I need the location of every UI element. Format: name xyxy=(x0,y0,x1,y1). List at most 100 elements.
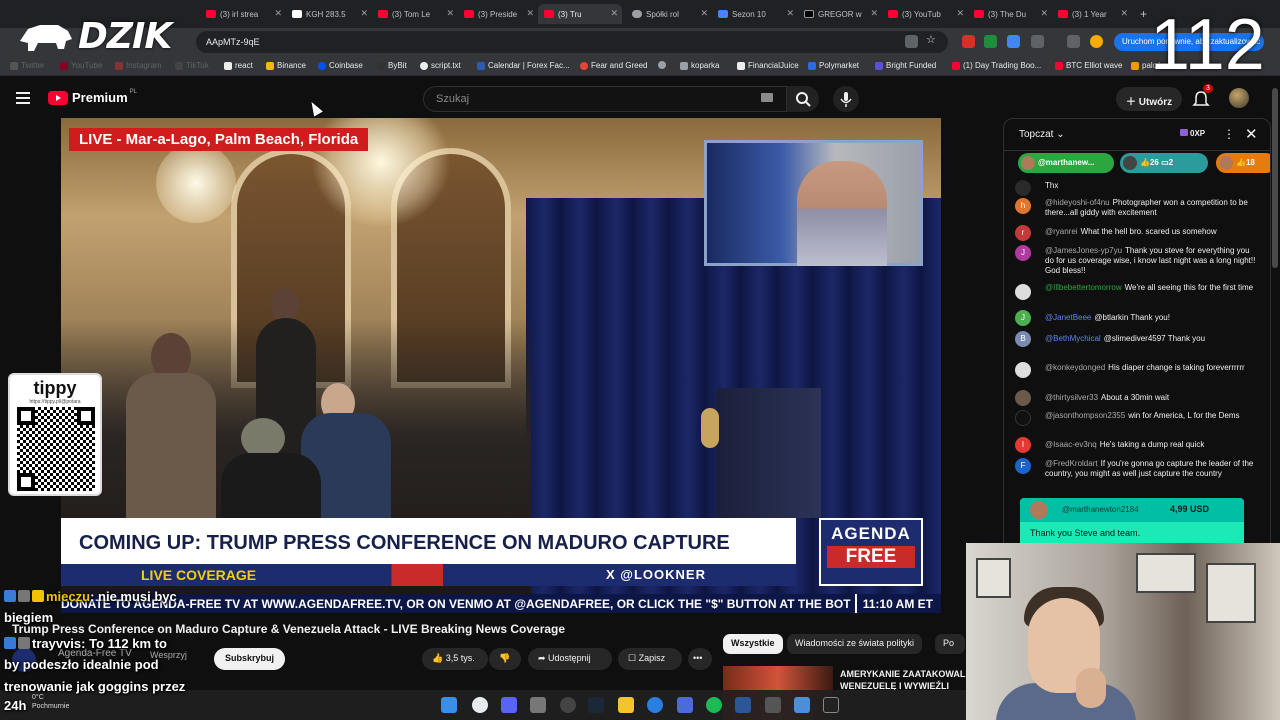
browser-tab[interactable]: (3) YouTub ✕ xyxy=(882,4,968,24)
browser-tab[interactable]: (3) irl strea ✕ xyxy=(200,4,286,24)
extension-icon[interactable] xyxy=(962,35,975,48)
terminal-icon[interactable] xyxy=(823,697,839,713)
host-person xyxy=(797,161,887,266)
app-icon[interactable] xyxy=(647,697,663,713)
recommended-title[interactable]: AMERYKANIE ZAATAKOWALI WENEZUELĘ I WYWIE… xyxy=(840,668,968,692)
start-icon[interactable] xyxy=(441,697,457,713)
app-icon[interactable] xyxy=(530,697,546,713)
weather-widget[interactable]: 0°C Pochmurnie xyxy=(32,693,69,711)
news-ticker: DONATE TO AGENDA-FREE TV AT WWW.AGENDAFR… xyxy=(61,594,941,613)
bookmark-day-trading[interactable]: (1) Day Trading Boo... xyxy=(952,61,1041,70)
account-avatar[interactable] xyxy=(1229,88,1249,108)
menu-icon[interactable] xyxy=(16,92,30,104)
browser-tab[interactable]: (3) Tom Le ✕ xyxy=(372,4,458,24)
ticker-pill[interactable]: 👍26 ▭2 xyxy=(1120,153,1208,173)
wall-picture xyxy=(976,558,1011,598)
folder-icon[interactable] xyxy=(618,697,634,713)
search-button[interactable] xyxy=(787,86,819,112)
chip-more[interactable]: Po xyxy=(935,634,965,654)
browser-tab[interactable]: GREGOR w ✕ xyxy=(798,4,882,24)
bookmark-financialjuice[interactable]: FinancialJuice xyxy=(737,61,799,70)
browser-tab[interactable]: (3) Preside ✕ xyxy=(458,4,538,24)
bookmark-btc-elliot[interactable]: BTC Elliot wave xyxy=(1055,61,1122,70)
obs-icon[interactable] xyxy=(560,697,576,713)
bookmark-folder-koparka[interactable]: koparka xyxy=(680,61,719,70)
bookmark-instagram[interactable]: Instagram xyxy=(115,61,162,70)
message-avatar: h xyxy=(1015,198,1031,214)
browser-tab-active[interactable]: (3) Tru ✕ xyxy=(538,4,622,24)
microphone-icon xyxy=(840,92,852,107)
more-actions-button[interactable]: ••• xyxy=(688,648,712,670)
lamp-light xyxy=(156,143,236,223)
super-chat[interactable]: @marthanewton2184 4,99 USD Thank you Ste… xyxy=(1020,498,1244,547)
person xyxy=(271,288,299,322)
keyboard-icon[interactable] xyxy=(761,93,773,102)
bookmark-coinbase[interactable]: Coinbase xyxy=(318,61,363,70)
message-avatar xyxy=(1015,390,1031,406)
close-chat-icon[interactable]: ✕ xyxy=(1245,125,1258,143)
bookmark-twitter[interactable]: Twitter xyxy=(10,61,45,70)
discord-icon[interactable] xyxy=(501,697,517,713)
bookmark-calendar[interactable]: Calendar | Forex Fac... xyxy=(477,61,570,70)
video-player[interactable]: LIVE - Mar-a-Lago, Palm Beach, Florida C… xyxy=(61,118,941,613)
browser-tab[interactable]: Sezon 10 ✕ xyxy=(712,4,798,24)
extension-icon[interactable] xyxy=(1007,35,1020,48)
bookmark-react[interactable]: react xyxy=(224,61,253,70)
ticker-time: 11:10 AM ET xyxy=(854,594,941,613)
chat-message: @hideyoshi-of4nu Photographer won a compe… xyxy=(1045,198,1248,217)
bookmark-fear-greed[interactable]: Fear and Greed xyxy=(580,61,647,70)
voice-search-button[interactable] xyxy=(833,86,859,112)
stream-chat-message: trayvvis: To 112 km to xyxy=(4,636,167,651)
bookmark-polymarket[interactable]: Polymarket xyxy=(808,61,859,70)
app-icon[interactable] xyxy=(735,697,751,713)
message-avatar: I xyxy=(1015,437,1031,453)
photos-icon[interactable] xyxy=(794,697,810,713)
more-vert-icon[interactable]: ⋮ xyxy=(1223,127,1235,141)
bookmark-youtube[interactable]: YouTube xyxy=(60,61,102,70)
stream-counter: 112 xyxy=(1150,5,1265,85)
youtube-premium-logo[interactable]: Premium PL xyxy=(48,89,137,105)
chat-mode-dropdown[interactable]: Topczat ⌄ xyxy=(1019,129,1065,140)
browser-tab[interactable]: Spółki rol ✕ xyxy=(626,4,712,24)
ticker-pill[interactable]: 👍18 xyxy=(1216,153,1270,173)
url-field[interactable]: AApMTz-9qE xyxy=(196,31,948,53)
extensions-puzzle-icon[interactable] xyxy=(1031,35,1044,48)
create-button[interactable]: ＋ Utwórz xyxy=(1116,87,1183,111)
browser-tab[interactable]: (3) The Du ✕ xyxy=(968,4,1052,24)
save-button[interactable]: ☐ Zapisz xyxy=(618,648,682,670)
ticker-pill[interactable]: @marthanew... xyxy=(1018,153,1114,173)
dislike-button[interactable]: 👎 xyxy=(489,648,521,670)
share-button[interactable]: ➦ Udostępnij xyxy=(528,648,612,670)
bookmark-script[interactable]: script.txt xyxy=(420,61,461,70)
bookmark-tiktok[interactable]: TikTok xyxy=(175,61,209,70)
lower-third-strip: LIVE COVERAGE X @LOOKNER xyxy=(61,564,796,586)
bookmark-bright-funded[interactable]: Bright Funded xyxy=(875,61,936,70)
reading-list-icon[interactable] xyxy=(1067,35,1080,48)
steam-icon[interactable] xyxy=(588,697,604,713)
like-button[interactable]: 👍 3,5 tys. xyxy=(422,648,488,670)
bookmark-binance[interactable]: Binance xyxy=(266,61,306,70)
extension-icon[interactable] xyxy=(984,35,997,48)
chrome-icon[interactable] xyxy=(472,697,488,713)
globe-icon[interactable] xyxy=(658,61,669,69)
install-icon[interactable] xyxy=(905,35,918,48)
profile-icon[interactable] xyxy=(1090,35,1103,48)
tippy-url: https://tippy.pl/@potara xyxy=(29,399,81,405)
subscribe-button[interactable]: Subskrybuj xyxy=(214,648,286,670)
xp-badge[interactable]: 0XP xyxy=(1180,129,1205,138)
app-icon[interactable] xyxy=(677,697,693,713)
new-tab-button[interactable]: + xyxy=(1134,4,1148,24)
search-placeholder: Szukaj xyxy=(436,93,470,105)
notepad-icon[interactable] xyxy=(765,697,781,713)
page-scrollbar[interactable] xyxy=(1272,88,1278,268)
chip-all[interactable]: Wszystkie xyxy=(723,634,783,654)
chip-world-politics[interactable]: Wiadomości ze świata polityki xyxy=(787,634,923,654)
search-input[interactable]: Szukaj xyxy=(423,86,787,112)
browser-tab[interactable]: (3) 1 Year ✕ xyxy=(1052,4,1132,24)
stream-chat-message: biegiem xyxy=(4,610,54,625)
spotify-icon[interactable] xyxy=(706,697,722,713)
browser-tab[interactable]: KGH 283.5 ✕ xyxy=(286,4,372,24)
bookmark-bybit[interactable]: ByBit xyxy=(377,61,407,70)
super-chat-author: @marthanewton2184 xyxy=(1062,505,1139,514)
star-icon[interactable]: ☆ xyxy=(926,33,939,46)
